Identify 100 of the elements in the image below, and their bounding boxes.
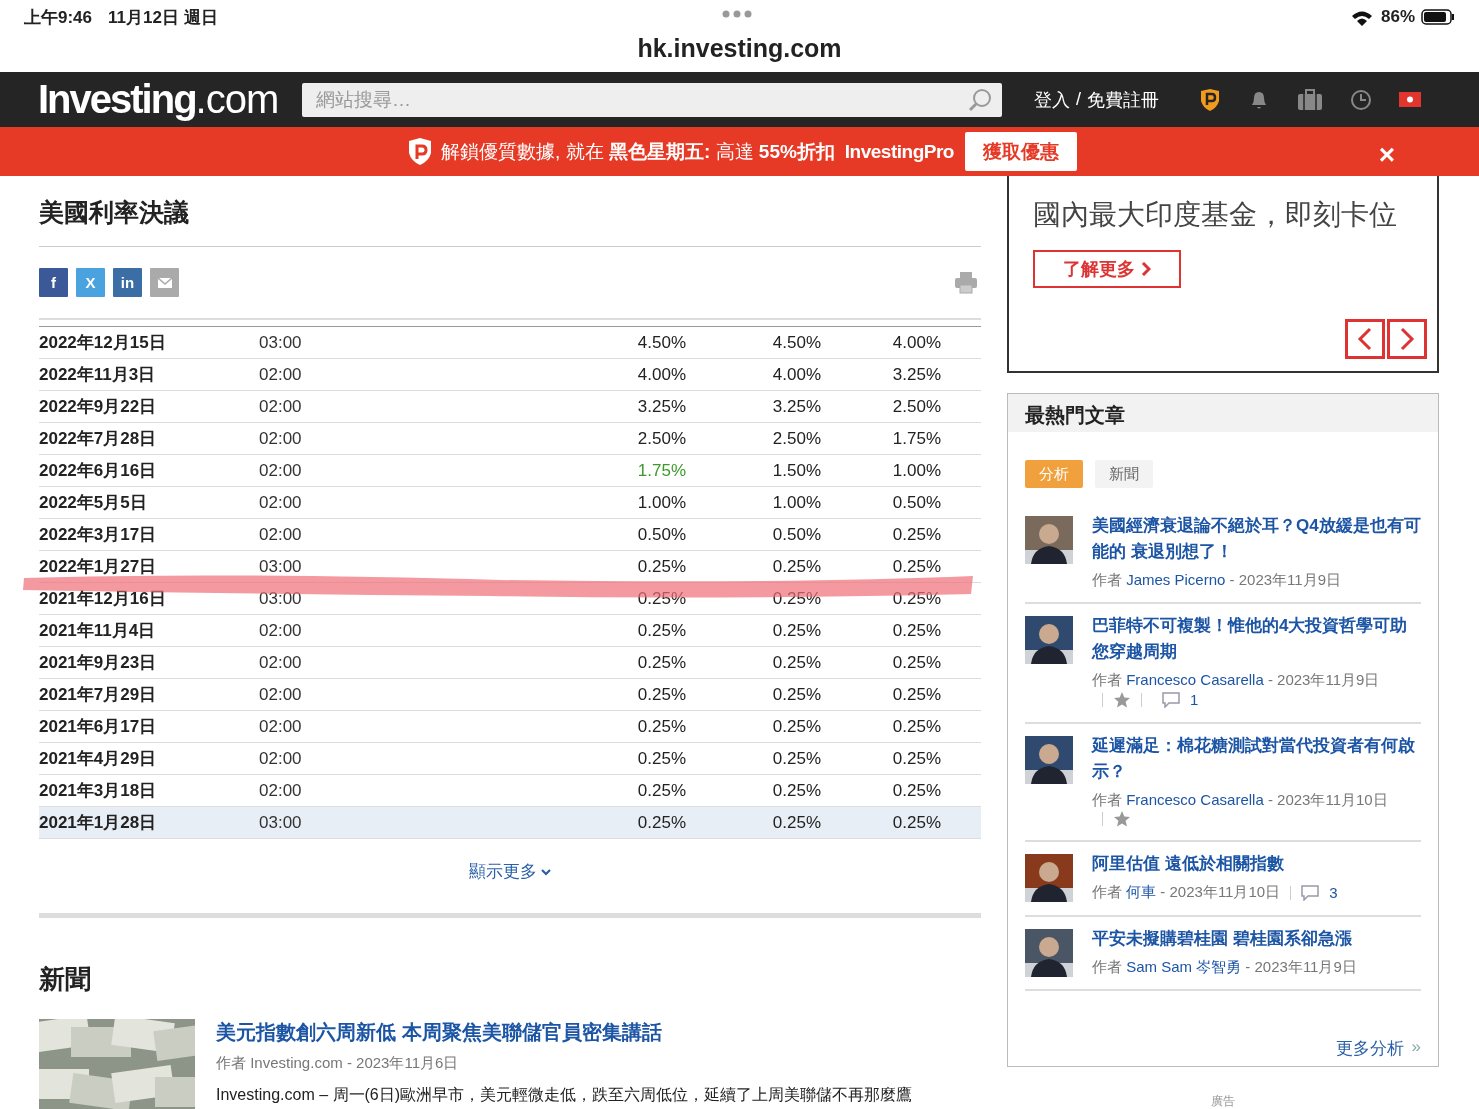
ad-headline: 國內最大印度基金，即刻卡位 <box>1033 198 1398 232</box>
comment-icon[interactable] <box>1162 692 1180 708</box>
forecast-cell: 0.25% <box>686 582 821 615</box>
date-text: 11月12日 週日 <box>108 6 218 29</box>
forecast-cell: 0.25% <box>686 774 821 807</box>
article-title-link[interactable]: 美國經濟衰退論不絕於耳？Q4放緩是也有可能的 衰退別想了！ <box>1092 513 1421 565</box>
date-cell: 2021年3月18日 <box>39 774 259 807</box>
time-cell: 02:00 <box>259 422 626 455</box>
date-text: - 2023年11月9日 <box>1229 571 1341 588</box>
forecast-cell: 0.25% <box>686 742 821 775</box>
news-title-link[interactable]: 美元指數創六周新低 本周聚焦美聯儲官員密集講話 <box>216 1019 913 1046</box>
author-link[interactable]: Francesco Casarella <box>1126 671 1268 688</box>
author-label: 作者 <box>1092 883 1123 900</box>
author-link[interactable]: Sam Sam 岑智勇 <box>1126 958 1246 976</box>
previous-cell: 0.25% <box>821 774 941 807</box>
actual-cell: 2.50% <box>626 422 686 455</box>
learn-more-button[interactable]: 了解更多 <box>1033 250 1181 288</box>
show-more-link[interactable]: 顯示更多 <box>469 860 551 883</box>
panel-title: 最熱門文章 <box>1008 394 1438 432</box>
offer-button[interactable]: 獲取優惠 <box>964 132 1077 171</box>
date-text: - 2023年11月10日 <box>1160 883 1281 900</box>
time-cell: 02:00 <box>259 390 626 423</box>
date-cell: 2022年9月22日 <box>39 390 259 423</box>
more-analysis-link[interactable]: 更多分析 » <box>1335 1037 1421 1060</box>
briefcase-icon[interactable] <box>1297 88 1323 111</box>
forecast-cell: 2.50% <box>686 422 821 455</box>
shield-icon[interactable] <box>1199 87 1221 112</box>
date-cell: 2022年12月15日 <box>39 326 259 359</box>
forecast-cell: 4.00% <box>686 358 821 391</box>
search-field[interactable]: 網站搜尋… <box>302 82 1002 117</box>
author-label: 作者 <box>1092 571 1123 588</box>
author-label: 作者 <box>216 1054 247 1071</box>
author-link[interactable]: 何車 <box>1126 883 1161 900</box>
mail-icon <box>157 277 172 288</box>
actual-cell: 0.25% <box>626 582 686 615</box>
previous-cell: 0.25% <box>821 678 941 711</box>
previous-cell: 1.75% <box>821 422 941 455</box>
date-cell: 2021年7月29日 <box>39 678 259 711</box>
date-cell: 2022年3月17日 <box>39 518 259 551</box>
tab[interactable]: 新聞 <box>1095 460 1153 488</box>
search-icon[interactable] <box>968 87 992 112</box>
comment-count: 1 <box>1190 690 1199 710</box>
clock-icon[interactable] <box>1350 88 1372 111</box>
caret-icon <box>541 867 551 876</box>
forecast-cell: 0.25% <box>686 806 821 839</box>
article-title-link[interactable]: 平安未擬購碧桂園 碧桂園系卻急漲 <box>1092 926 1357 953</box>
star-icon[interactable] <box>1113 691 1131 709</box>
previous-button[interactable] <box>1345 319 1385 359</box>
next-button[interactable] <box>1387 319 1427 359</box>
star-icon[interactable] <box>1113 810 1131 828</box>
article-title-link[interactable]: 阿里估值 遠低於相關指數 <box>1092 851 1338 877</box>
time-cell: 02:00 <box>259 518 626 551</box>
time-cell: 03:00 <box>259 806 626 839</box>
site-logo[interactable]: Investing.com <box>38 72 302 127</box>
actual-cell: 0.25% <box>626 742 686 775</box>
previous-cell: 0.25% <box>821 646 941 679</box>
section-title: 新聞 <box>39 963 92 996</box>
promo-message: 解鎖優質數據, 就在 黑色星期五: 高達 55%折扣 <box>441 139 835 164</box>
more-dots-icon[interactable] <box>722 10 752 18</box>
comment-icon[interactable] <box>1301 885 1320 902</box>
article-title-link[interactable]: 巴菲特不可複製！惟他的4大投資哲學可助您穿越周期 <box>1092 613 1421 665</box>
time-cell: 02:00 <box>259 710 626 743</box>
chevron-icon <box>1141 262 1151 276</box>
printer-icon[interactable] <box>955 271 977 294</box>
author-label: 作者 <box>1092 958 1123 976</box>
actual-cell: 0.25% <box>626 806 686 839</box>
time-cell: 03:00 <box>259 582 626 615</box>
url-text[interactable]: hk.investing.com <box>0 34 1479 72</box>
register-link[interactable]: 免費註冊 <box>1087 87 1159 112</box>
previous-cell: 0.25% <box>821 614 941 647</box>
close-button[interactable]: × <box>1331 135 1443 174</box>
author-text: Investing.com <box>250 1054 344 1071</box>
flag-icon[interactable] <box>1399 92 1421 107</box>
previous-cell: 0.25% <box>821 806 941 839</box>
comment-count: 3 <box>1329 883 1338 904</box>
author-link[interactable]: James Picerno <box>1126 571 1230 588</box>
battery-percent: 86% <box>1380 7 1415 27</box>
date-cell: 2022年5月5日 <box>39 486 259 519</box>
actual-cell: 1.00% <box>626 486 686 519</box>
email-button[interactable] <box>150 268 179 297</box>
author-link[interactable]: Francesco Casarella <box>1126 791 1268 808</box>
actual-cell: 0.25% <box>626 774 686 807</box>
previous-cell: 2.50% <box>821 390 941 423</box>
login-link[interactable]: 登入 <box>1034 87 1070 112</box>
time-cell: 02:00 <box>259 678 626 711</box>
actual-cell: 0.25% <box>626 710 686 743</box>
previous-cell: 4.00% <box>821 326 941 359</box>
date-cell: 2021年11月4日 <box>39 614 259 647</box>
article-title-link[interactable]: 延遲滿足：棉花糖測試對當代投資者有何啟示？ <box>1092 733 1421 785</box>
chevron-right-icon <box>1398 327 1416 351</box>
date-text: - 2023年11月9日 <box>1267 671 1380 688</box>
news-snippet: Investing.com – 周一(6日)歐洲早市，美元輕微走低，跌至六周低位，延續了上周美聯儲不再那麼鷹 <box>216 1085 913 1105</box>
linkedin-button[interactable]: in <box>113 268 142 297</box>
ad-label: 廣告 <box>1210 1093 1236 1109</box>
shield-icon <box>407 137 434 166</box>
date-cell: 2021年6月17日 <box>39 710 259 743</box>
facebook-button[interactable]: f <box>39 268 68 297</box>
actual-cell: 0.25% <box>626 646 686 679</box>
forecast-cell: 3.25% <box>686 390 821 423</box>
previous-cell: 3.25% <box>821 358 941 391</box>
